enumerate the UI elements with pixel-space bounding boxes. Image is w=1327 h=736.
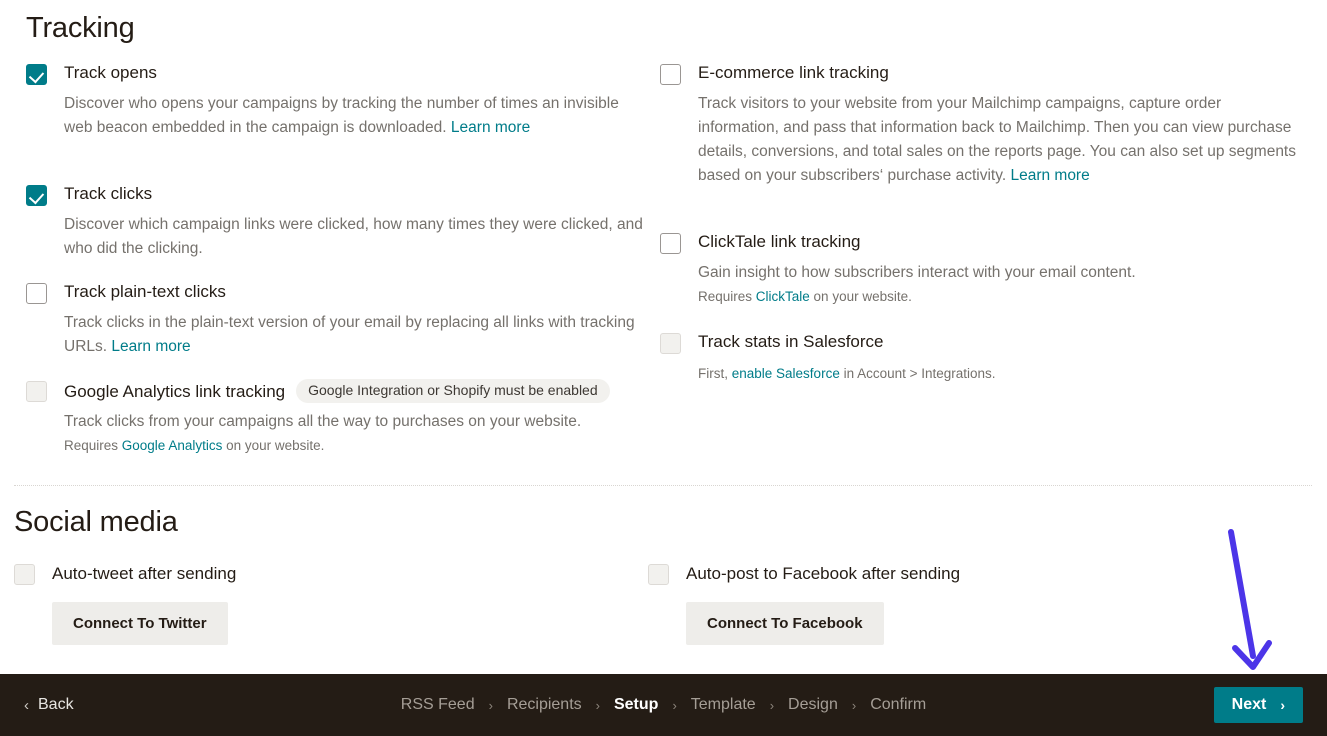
label-ecommerce-link-tracking: E-commerce link tracking — [698, 63, 889, 82]
checkbox-google-analytics-link-tracking[interactable] — [26, 381, 47, 402]
connect-to-twitter-button[interactable]: Connect To Twitter — [52, 602, 228, 645]
checkbox-track-stats-salesforce[interactable] — [660, 333, 681, 354]
learn-more-link-ecommerce[interactable]: Learn more — [1010, 167, 1089, 184]
checkbox-ecommerce-link-tracking[interactable] — [660, 64, 681, 85]
step-design[interactable]: Design — [783, 696, 843, 714]
requires-note-clicktale: Requires ClickTale on your website. — [698, 289, 912, 304]
clicktale-link[interactable]: ClickTale — [756, 289, 810, 304]
status-badge-google-integration: Google Integration or Shopify must be en… — [296, 379, 610, 403]
checkbox-auto-tweet[interactable] — [14, 564, 35, 585]
description-clicktale: Gain insight to how subscribers interact… — [698, 264, 1136, 281]
option-track-opens: Track opens Discover who opens your camp… — [26, 62, 646, 140]
learn-more-link-track-opens[interactable]: Learn more — [451, 119, 530, 136]
checkbox-track-plain-text-clicks[interactable] — [26, 283, 47, 304]
chevron-right-icon: › — [672, 697, 677, 713]
back-button[interactable]: ‹ Back — [24, 696, 74, 714]
campaign-setup-page: Tracking Track opens Discover who opens … — [0, 0, 1327, 736]
option-auto-tweet: Auto-tweet after sending Connect To Twit… — [14, 562, 236, 645]
step-confirm[interactable]: Confirm — [865, 696, 931, 714]
label-auto-tweet: Auto-tweet after sending — [52, 564, 237, 583]
bottom-navigation-bar: ‹ Back RSS Feed › Recipients › Setup › T… — [0, 674, 1327, 736]
description-google-analytics: Track clicks from your campaigns all the… — [64, 413, 582, 430]
next-button[interactable]: Next › — [1213, 687, 1303, 723]
next-button-label: Next — [1231, 696, 1267, 713]
label-clicktale-link-tracking: ClickTale link tracking — [698, 232, 861, 251]
chevron-right-icon: › — [769, 697, 775, 713]
chevron-right-icon: › — [488, 697, 493, 713]
description-track-plain-text-clicks: Track clicks in the plain-text version o… — [64, 314, 635, 355]
google-analytics-link[interactable]: Google Analytics — [122, 438, 223, 453]
learn-more-link-plain-text[interactable]: Learn more — [111, 338, 190, 355]
back-button-label: Back — [38, 696, 74, 713]
option-ecommerce-link-tracking: E-commerce link tracking Track visitors … — [660, 62, 1300, 188]
description-ecommerce: Track visitors to your website from your… — [698, 95, 1296, 184]
requires-note-google-analytics: Requires Google Analytics on your websit… — [64, 438, 325, 453]
chevron-right-icon: › — [595, 697, 600, 713]
enable-salesforce-link[interactable]: enable Salesforce — [732, 366, 840, 381]
checkbox-track-opens[interactable] — [26, 64, 47, 85]
label-track-clicks: Track clicks — [64, 184, 153, 203]
step-template[interactable]: Template — [686, 696, 761, 714]
label-track-plain-text-clicks: Track plain-text clicks — [64, 282, 226, 301]
option-track-clicks: Track clicks Discover which campaign lin… — [26, 183, 646, 261]
chevron-right-icon: › — [1280, 697, 1285, 713]
option-track-stats-salesforce: Track stats in Salesforce First, enable … — [660, 331, 1300, 384]
option-clicktale-link-tracking: ClickTale link tracking Gain insight to … — [660, 231, 1300, 307]
option-track-plain-text-clicks: Track plain-text clicks Track clicks in … — [26, 281, 646, 359]
step-setup[interactable]: Setup — [609, 696, 663, 714]
label-google-analytics-link-tracking: Google Analytics link tracking Google In… — [64, 379, 610, 403]
description-track-clicks: Discover which campaign links were click… — [64, 216, 643, 257]
checkbox-clicktale-link-tracking[interactable] — [660, 233, 681, 254]
social-media-section-title: Social media — [14, 506, 178, 538]
label-track-stats-salesforce: Track stats in Salesforce — [698, 332, 884, 351]
checkbox-auto-post-facebook[interactable] — [648, 564, 669, 585]
connect-to-facebook-button[interactable]: Connect To Facebook — [686, 602, 884, 645]
checkbox-track-clicks[interactable] — [26, 185, 47, 206]
label-auto-post-facebook: Auto-post to Facebook after sending — [686, 564, 961, 583]
label-track-opens: Track opens — [64, 63, 157, 82]
chevron-left-icon: ‹ — [24, 696, 29, 714]
requires-note-salesforce: First, enable Salesforce in Account > In… — [698, 366, 996, 381]
chevron-right-icon: › — [851, 697, 857, 713]
option-auto-post-facebook: Auto-post to Facebook after sending Conn… — [648, 562, 960, 645]
step-rss-feed[interactable]: RSS Feed — [396, 696, 480, 714]
tracking-section-title: Tracking — [26, 12, 135, 44]
option-google-analytics-link-tracking: Google Analytics link tracking Google In… — [26, 379, 646, 456]
description-track-opens: Discover who opens your campaigns by tra… — [64, 95, 619, 136]
annotation-arrow-icon — [1228, 529, 1272, 670]
step-recipients[interactable]: Recipients — [502, 696, 587, 714]
section-divider — [14, 485, 1312, 486]
breadcrumb: RSS Feed › Recipients › Setup › Template… — [396, 696, 931, 714]
